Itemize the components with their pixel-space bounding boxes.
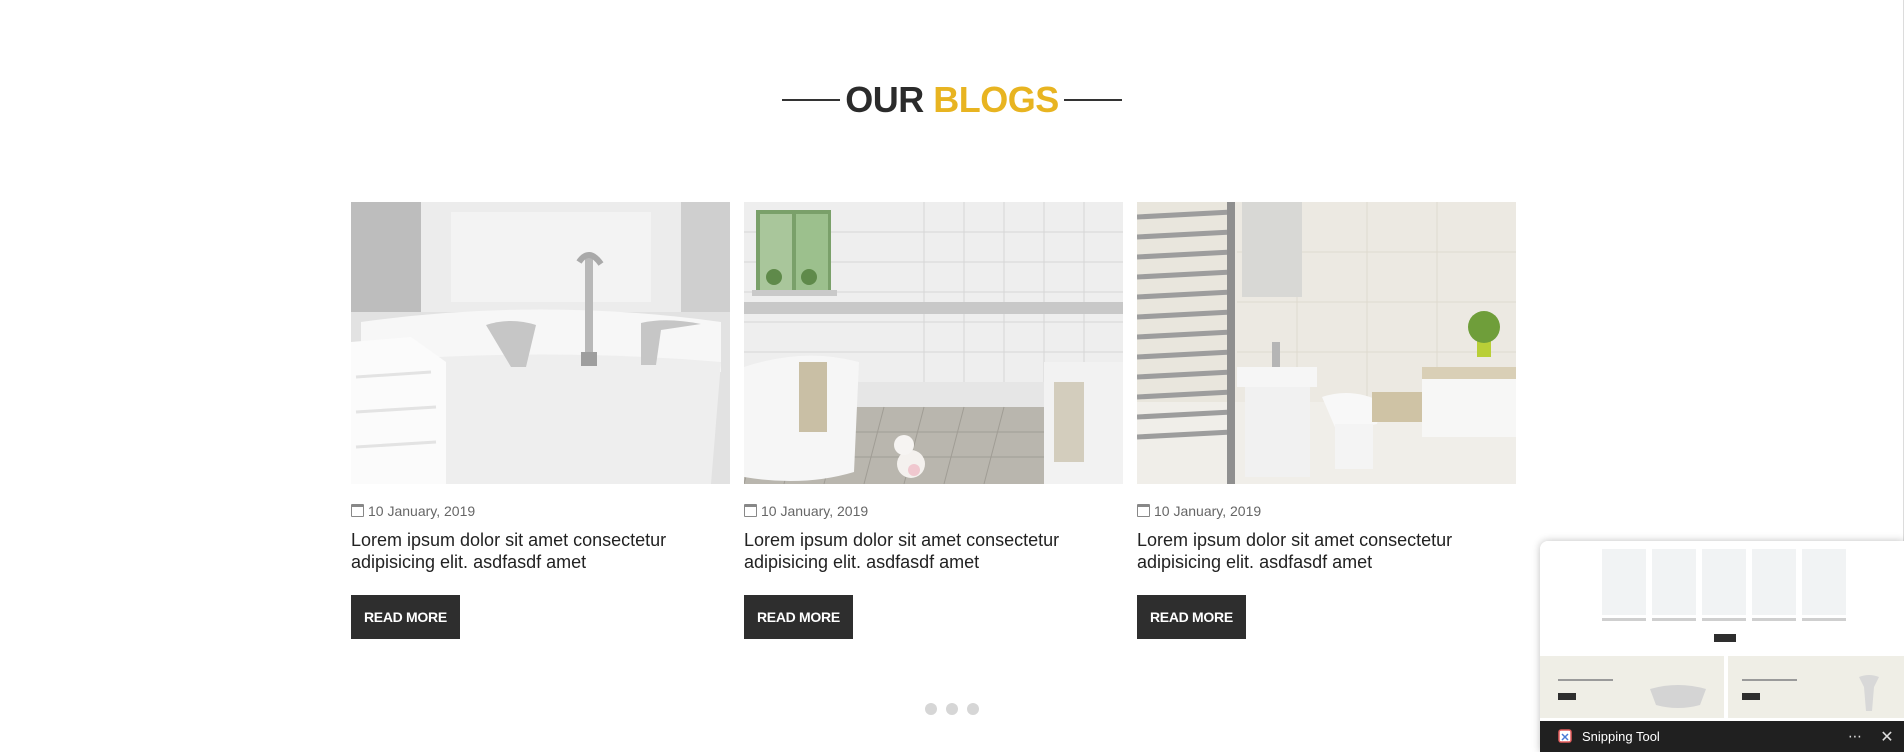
snipping-tool-icon bbox=[1558, 728, 1572, 743]
carousel-dot-2[interactable] bbox=[946, 703, 958, 715]
thumb-sink-image bbox=[1859, 675, 1879, 711]
snipping-tool-title: Snipping Tool bbox=[1582, 729, 1660, 744]
calendar-icon bbox=[744, 503, 757, 517]
thumb-caption bbox=[1702, 618, 1746, 621]
post-meta: 10 January, 2019 bbox=[744, 502, 1123, 520]
snipping-tool-bar: Snipping Tool ⋯ ✕ bbox=[1540, 721, 1904, 752]
post-title[interactable]: Lorem ipsum dolor sit amet consectetur a… bbox=[351, 529, 721, 573]
section-title: OUR BLOGS bbox=[845, 78, 1059, 122]
thumb-dark-button bbox=[1558, 693, 1576, 700]
bathroom-towel-rail-photo[interactable] bbox=[1137, 202, 1516, 484]
thumb-product bbox=[1702, 549, 1746, 615]
heading-line-left bbox=[782, 99, 841, 101]
thumb-bathtub-image bbox=[1650, 685, 1706, 708]
section-heading: OUR BLOGS bbox=[0, 78, 1904, 122]
carousel-dot-1[interactable] bbox=[925, 703, 937, 715]
post-meta: 10 January, 2019 bbox=[1137, 502, 1516, 520]
title-word-blogs: BLOGS bbox=[933, 79, 1059, 120]
read-more-button[interactable]: READ MORE bbox=[744, 595, 853, 639]
thumb-caption bbox=[1602, 618, 1646, 621]
blog-card: 10 January, 2019 Lorem ipsum dolor sit a… bbox=[744, 202, 1123, 639]
calendar-icon bbox=[1137, 503, 1150, 517]
thumb-product bbox=[1752, 549, 1796, 615]
read-more-button[interactable]: READ MORE bbox=[1137, 595, 1246, 639]
calendar-icon bbox=[351, 503, 364, 517]
close-icon[interactable]: ✕ bbox=[1870, 727, 1904, 747]
thumb-caption bbox=[1752, 618, 1796, 621]
thumb-text-line bbox=[1742, 679, 1797, 681]
thumb-product bbox=[1802, 549, 1846, 615]
title-word-our: OUR bbox=[845, 79, 924, 120]
page: OUR BLOGS 10 January, 2019 Lorem ipsum d… bbox=[0, 0, 1904, 752]
thumb-dark-button bbox=[1742, 693, 1760, 700]
carousel-dots bbox=[925, 703, 979, 715]
more-options-icon[interactable]: ⋯ bbox=[1840, 728, 1870, 745]
post-title[interactable]: Lorem ipsum dolor sit amet consectetur a… bbox=[744, 529, 1114, 573]
thumb-caption bbox=[1802, 618, 1846, 621]
carousel-dot-3[interactable] bbox=[967, 703, 979, 715]
thumb-product bbox=[1602, 549, 1646, 615]
heading-line-right bbox=[1063, 99, 1122, 101]
blog-card: 10 January, 2019 Lorem ipsum dolor sit a… bbox=[1137, 202, 1516, 639]
snipping-tool-preview[interactable]: Snipping Tool ⋯ ✕ bbox=[1540, 541, 1904, 752]
post-title[interactable]: Lorem ipsum dolor sit amet consectetur a… bbox=[1137, 529, 1507, 573]
snip-thumbnail[interactable] bbox=[1540, 541, 1904, 721]
thumb-caption bbox=[1652, 618, 1696, 621]
bathtub-faucet-photo[interactable] bbox=[351, 202, 730, 484]
post-date: 10 January, 2019 bbox=[761, 503, 869, 519]
read-more-button[interactable]: READ MORE bbox=[351, 595, 460, 639]
blog-card: 10 January, 2019 Lorem ipsum dolor sit a… bbox=[351, 202, 730, 639]
post-date: 10 January, 2019 bbox=[1154, 503, 1262, 519]
thumb-text-line bbox=[1558, 679, 1613, 681]
thumb-button bbox=[1714, 634, 1736, 642]
blog-cards: 10 January, 2019 Lorem ipsum dolor sit a… bbox=[351, 202, 1516, 639]
post-meta: 10 January, 2019 bbox=[351, 502, 730, 520]
white-tiled-bathroom-photo[interactable] bbox=[744, 202, 1123, 484]
post-date: 10 January, 2019 bbox=[368, 503, 476, 519]
thumb-product bbox=[1652, 549, 1696, 615]
